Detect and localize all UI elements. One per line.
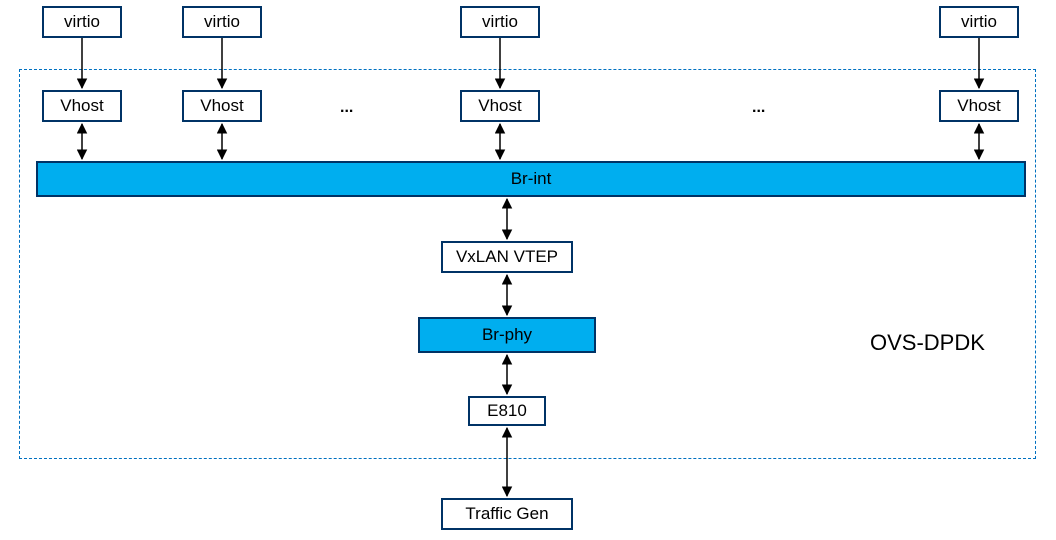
- arrows-svg: [0, 0, 1056, 540]
